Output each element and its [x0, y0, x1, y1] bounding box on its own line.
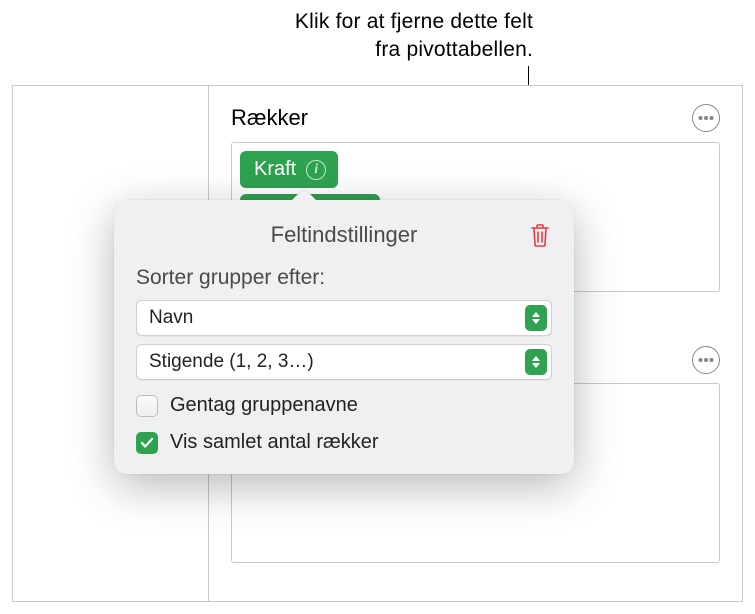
trash-icon	[529, 222, 551, 248]
rows-section-title: Rækker	[231, 105, 308, 131]
sort-groups-label: Sorter grupper efter:	[136, 266, 552, 290]
popover-header: Feltindstillinger	[136, 222, 552, 248]
callout-line-2: fra pivottabellen.	[295, 36, 533, 64]
repeat-names-checkbox[interactable]	[136, 395, 158, 417]
popover-title: Feltindstillinger	[271, 222, 418, 248]
show-totals-checkbox[interactable]	[136, 432, 158, 454]
check-icon	[140, 436, 154, 450]
rows-more-button[interactable]	[692, 104, 720, 132]
sort-by-value: Navn	[149, 307, 525, 329]
info-icon[interactable]: i	[306, 160, 326, 180]
repeat-names-label: Gentag gruppenavne	[170, 394, 358, 417]
ellipsis-icon	[704, 358, 708, 362]
sort-by-select[interactable]: Navn	[136, 300, 552, 336]
popover-arrow	[290, 188, 318, 202]
callout-text: Klik for at fjerne dette felt fra pivott…	[295, 8, 533, 65]
delete-field-button[interactable]	[526, 220, 554, 250]
field-settings-popover: Feltindstillinger Sorter grupper efter: …	[114, 200, 574, 474]
field-chip-label: Kraft	[254, 158, 296, 181]
repeat-names-row[interactable]: Gentag gruppenavne	[136, 394, 552, 417]
sort-order-value: Stigende (1, 2, 3…)	[149, 351, 525, 373]
section-more-button[interactable]	[692, 346, 720, 374]
callout-line-1: Klik for at fjerne dette felt	[295, 8, 533, 36]
rows-section-header: Rækker	[231, 104, 720, 132]
dropdown-stepper-icon	[525, 349, 547, 375]
show-totals-row[interactable]: Vis samlet antal rækker	[136, 431, 552, 454]
dropdown-stepper-icon	[525, 305, 547, 331]
field-chip-kraft[interactable]: Kraft i	[240, 151, 338, 188]
show-totals-label: Vis samlet antal rækker	[170, 431, 379, 454]
sort-order-select[interactable]: Stigende (1, 2, 3…)	[136, 344, 552, 380]
ellipsis-icon	[704, 116, 708, 120]
